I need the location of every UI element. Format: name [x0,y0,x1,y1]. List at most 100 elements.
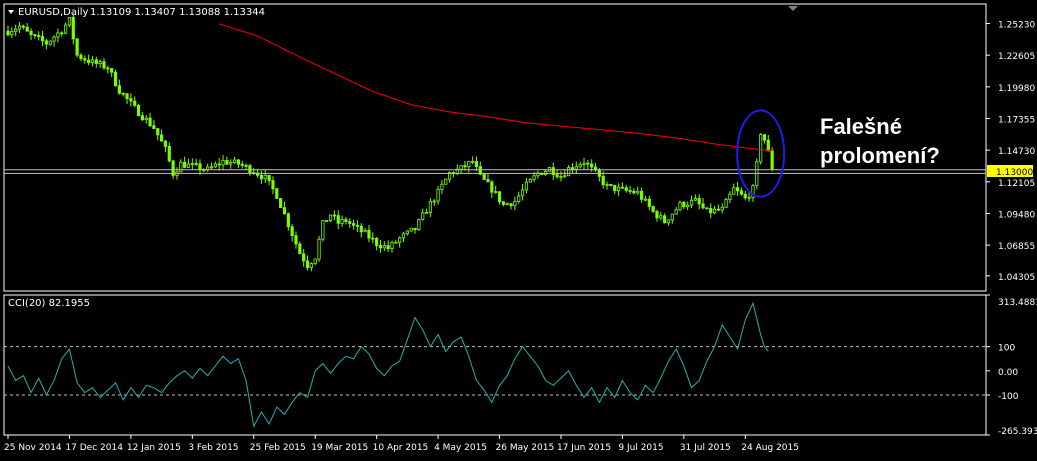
candle-body [90,59,95,64]
candle-body [236,159,240,165]
candle-body [121,92,125,95]
candle-body [640,190,644,200]
cci-tick-label: -265.3930 [998,427,1037,437]
candle-body [401,233,406,239]
candle-body [33,34,37,37]
candle-body [286,213,290,228]
candle-body [232,159,237,163]
candle-body [148,117,152,127]
candle-body [674,209,678,215]
candle-body [555,174,559,178]
candle-body [432,200,436,203]
time-tick-label: 10 Apr 2015 [373,443,429,453]
candle-body [474,160,479,167]
candle-body [371,237,375,240]
candle-body [732,187,736,195]
candle-body [267,174,271,181]
time-tick-label: 4 May 2015 [434,443,487,453]
candle-body [363,229,367,233]
candle-body [528,178,532,183]
candle-body [513,200,517,207]
candle-body [344,219,348,222]
candle-body [321,220,325,240]
candle-body [578,164,582,168]
cci-axis: 313.4881 100 0.00 -100 -265.3930 [986,294,1037,437]
candle-body [386,245,390,250]
cci-tick-label: 100 [998,344,1015,354]
candle-body [743,193,747,199]
candle-body [590,163,594,168]
candle-body [275,188,279,199]
candle-body [739,190,744,195]
candle-body [390,241,394,250]
candle-body [87,59,91,64]
candle-body [302,253,306,262]
candle-body [48,40,52,45]
candle-body [40,36,45,42]
candle-body [766,139,770,152]
candle-body [44,40,49,45]
candle-body [398,237,402,243]
candle-body [659,215,663,219]
candle-body [290,226,294,236]
candle-body [417,219,421,231]
price-tick-label: 1.06855 [998,242,1035,252]
candle-body [332,214,337,217]
candle-body [60,32,64,35]
time-tick-label: 24 Aug 2015 [741,443,799,453]
candle-body [117,85,121,94]
candle-body [110,68,114,73]
candle-body [263,174,267,180]
candle-body [494,191,498,194]
candle-body [666,219,671,224]
candle-body [405,230,409,235]
cci-tick-label: 0.00 [998,368,1018,378]
candle-body [133,100,137,106]
candle-body [163,140,168,147]
time-tick-label: 26 May 2015 [496,443,555,453]
candle-body [501,201,505,205]
candle-body [582,162,586,165]
candle-body [325,220,329,222]
candle-body [136,104,141,117]
candle-body [21,25,25,28]
candle-body [305,260,310,268]
ohlc-values: 1.13109 1.13407 1.13088 1.13344 [90,7,265,18]
candle-body [409,227,413,232]
candle-body [340,219,344,224]
candle-body [229,162,233,165]
candle-body [98,61,102,64]
candle-body [532,175,536,180]
candle-body [724,199,728,208]
time-tick-label: 9 Jul 2015 [618,443,663,453]
candle-body [759,134,763,163]
candle-body [509,203,513,207]
candle-body [225,160,229,165]
candle-body [413,227,417,231]
candle-body [367,229,371,239]
candle-body [94,59,98,64]
candle-body [620,186,625,189]
candle-body [378,245,383,249]
candle-body [701,203,705,209]
candle-body [213,163,217,168]
time-tick-label: 31 Jul 2015 [680,443,731,453]
current-price-label: 1.13000 [996,168,1033,178]
candle-body [636,190,640,194]
candle-body [113,71,118,87]
candle-body [712,208,717,214]
price-tick-label: 1.04305 [998,273,1035,283]
candle-body [313,258,317,264]
annotation-text: Falešné prolomení? [820,112,940,170]
candle-body [697,198,701,205]
candle-body [643,198,648,201]
candle-body [10,31,14,36]
candle-body [294,235,298,245]
price-tick-label: 1.14730 [998,147,1035,157]
candle-body [159,134,164,142]
candle-body [244,165,248,167]
time-tick-label: 25 Nov 2014 [4,443,62,453]
candle-body [152,125,156,129]
candle-body [309,263,313,268]
candle-body [79,54,83,60]
